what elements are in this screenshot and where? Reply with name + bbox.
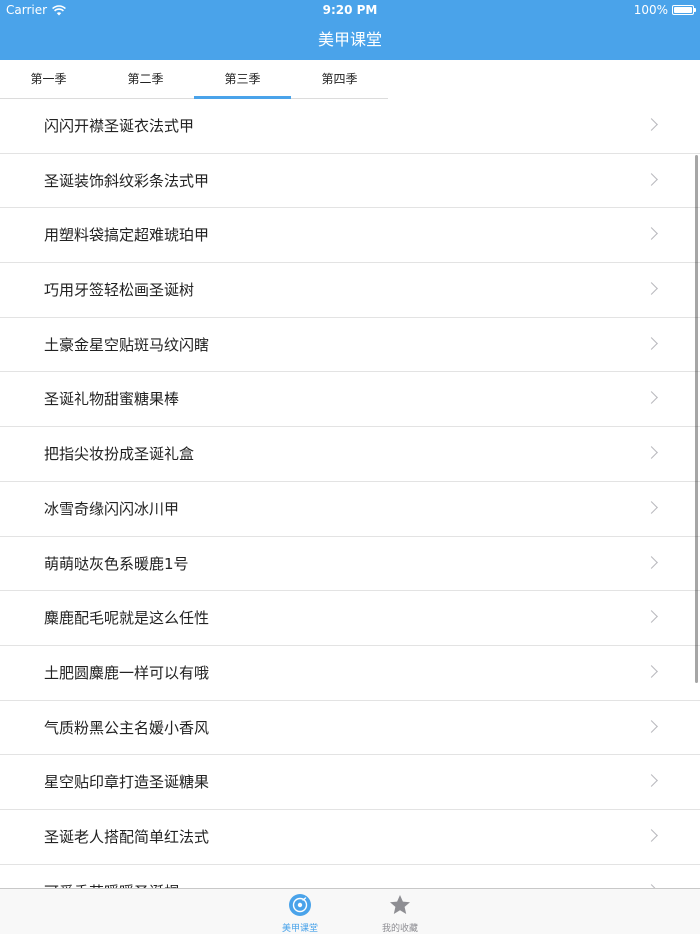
app-screen: Carrier 9:20 PM 100% 美甲课堂 第一季 第二季 第三季 第四… bbox=[0, 0, 700, 934]
status-bar: Carrier 9:20 PM 100% bbox=[0, 0, 700, 20]
list-item[interactable]: 巧用牙签轻松画圣诞树 bbox=[0, 263, 700, 318]
list-item-label: 气质粉黑公主名媛小香风 bbox=[44, 718, 210, 737]
tab-season-1[interactable]: 第一季 bbox=[0, 60, 97, 98]
list-item-label: 巧用牙签轻松画圣诞树 bbox=[44, 281, 195, 300]
header: Carrier 9:20 PM 100% 美甲课堂 bbox=[0, 0, 700, 60]
disc-icon bbox=[289, 894, 311, 916]
list-item-label: 土豪金星空贴斑马纹闪瞎 bbox=[44, 335, 210, 354]
list-item-label: 冰雪奇缘闪闪冰川甲 bbox=[44, 499, 180, 518]
chevron-right-icon bbox=[645, 555, 658, 569]
status-time: 9:20 PM bbox=[322, 3, 378, 17]
list-item[interactable]: 圣诞装饰斜纹彩条法式甲 bbox=[0, 154, 700, 209]
list-item[interactable]: 可爱香芋暖暖圣诞帽 bbox=[0, 865, 700, 888]
status-battery: 100% bbox=[633, 3, 696, 17]
page-title: 美甲课堂 bbox=[317, 30, 382, 49]
list-item[interactable]: 用塑料袋搞定超难琥珀甲 bbox=[0, 208, 700, 264]
bottom-tab-bar: 美甲课堂 我的收藏 bbox=[0, 888, 700, 934]
chevron-right-icon bbox=[645, 829, 658, 842]
tabbar-label: 我的收藏 bbox=[381, 924, 418, 934]
tabbar-item-classroom[interactable]: 美甲课堂 bbox=[260, 892, 340, 934]
list-item-label: 闪闪开襟圣诞衣法式甲 bbox=[44, 117, 195, 135]
tab-season-3[interactable]: 第三季 bbox=[194, 60, 291, 99]
list-item-label: 土肥圆麋鹿一样可以有哦 bbox=[44, 663, 210, 682]
chevron-right-icon bbox=[645, 118, 658, 131]
list-item-label: 用塑料袋搞定超难琥珀甲 bbox=[44, 226, 210, 245]
list-item-label: 麋鹿配毛呢就是这么任性 bbox=[44, 609, 210, 628]
list-item[interactable]: 麋鹿配毛呢就是这么任性 bbox=[0, 591, 700, 646]
chevron-right-icon bbox=[645, 282, 658, 295]
list-item-label: 圣诞老人搭配简单红法式 bbox=[44, 827, 210, 846]
tab-season-4[interactable]: 第四季 bbox=[291, 60, 388, 98]
list-item[interactable]: 土肥圆麋鹿一样可以有哦 bbox=[0, 646, 700, 701]
battery-icon bbox=[672, 5, 696, 15]
list-item-label: 圣诞装饰斜纹彩条法式甲 bbox=[44, 171, 210, 190]
list-item[interactable]: 星空贴印章打造圣诞糖果 bbox=[0, 755, 700, 810]
chevron-right-icon bbox=[645, 719, 658, 733]
list-item[interactable]: 冰雪奇缘闪闪冰川甲 bbox=[0, 482, 700, 537]
list-item[interactable]: 萌萌哒灰色系暖鹿1号 bbox=[0, 537, 700, 592]
chevron-right-icon bbox=[645, 446, 658, 459]
chevron-right-icon bbox=[645, 172, 658, 186]
list-item[interactable]: 圣诞老人搭配简单红法式 bbox=[0, 810, 700, 865]
list-item-label: 可爱香芋暖暖圣诞帽 bbox=[44, 865, 179, 888]
star-icon bbox=[389, 894, 411, 916]
list-item[interactable]: 圣诞礼物甜蜜糖果棒 bbox=[0, 372, 700, 428]
list-item-label: 把指尖妆扮成圣诞礼盒 bbox=[44, 445, 195, 464]
tabbar-item-favorites[interactable]: 我的收藏 bbox=[360, 892, 440, 934]
chevron-right-icon bbox=[645, 336, 658, 350]
lesson-list[interactable]: 闪闪开襟圣诞衣法式甲 圣诞装饰斜纹彩条法式甲 用塑料袋搞定超难琥珀甲 巧用牙签轻… bbox=[0, 99, 700, 888]
list-item[interactable]: 土豪金星空贴斑马纹闪瞎 bbox=[0, 318, 700, 373]
chevron-right-icon bbox=[645, 665, 658, 678]
list-item-label: 星空贴印章打造圣诞糖果 bbox=[44, 773, 210, 792]
list-item-label: 圣诞礼物甜蜜糖果棒 bbox=[44, 390, 180, 409]
chevron-right-icon bbox=[645, 500, 658, 514]
list-item[interactable]: 把指尖妆扮成圣诞礼盒 bbox=[0, 427, 700, 482]
battery-percent: 100% bbox=[633, 3, 668, 17]
list-item[interactable]: 闪闪开襟圣诞衣法式甲 bbox=[0, 99, 700, 154]
list-item-label: 萌萌哒灰色系暖鹿1号 bbox=[44, 554, 189, 573]
chevron-right-icon bbox=[645, 610, 658, 624]
chevron-right-icon bbox=[645, 774, 658, 788]
tab-season-2[interactable]: 第二季 bbox=[97, 60, 194, 98]
scrollbar[interactable] bbox=[695, 155, 698, 683]
chevron-right-icon bbox=[645, 391, 658, 405]
season-tabs: 第一季 第二季 第三季 第四季 bbox=[0, 60, 388, 99]
list-item[interactable]: 气质粉黑公主名媛小香风 bbox=[0, 701, 700, 756]
tabbar-label: 美甲课堂 bbox=[281, 924, 318, 934]
chevron-right-icon bbox=[645, 227, 658, 241]
